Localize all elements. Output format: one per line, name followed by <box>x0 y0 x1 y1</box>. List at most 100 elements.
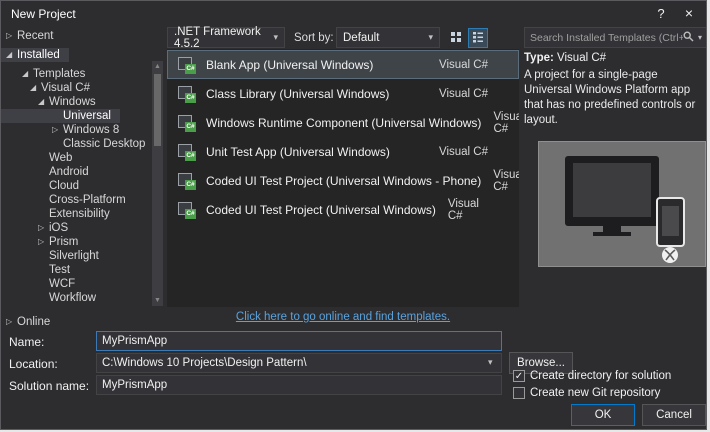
dialog-title: New Project <box>11 7 76 21</box>
small-icons-view-button[interactable] <box>446 28 466 48</box>
tree-item-universal[interactable]: Universal <box>1 109 120 123</box>
tree-item-label: Workflow <box>49 291 96 305</box>
close-icon[interactable]: × <box>674 1 704 25</box>
template-name: Coded UI Test Project (Universal Windows… <box>206 174 481 188</box>
tree-item-label: iOS <box>49 221 68 235</box>
name-input[interactable] <box>96 331 502 351</box>
tree-item-label: Classic Desktop <box>63 137 145 151</box>
coded-ui-test-project-universal-windows-icon: C# <box>178 202 196 218</box>
tree-item-test[interactable]: Test <box>1 263 165 277</box>
tree-collapsed-arrow-icon[interactable]: ▷ <box>38 221 49 235</box>
tree-expanded-arrow-icon[interactable]: ◢ <box>30 81 41 95</box>
search-box: ▾ <box>524 27 707 48</box>
grid-view-icon <box>450 31 462 46</box>
search-input[interactable] <box>530 32 683 44</box>
tree-item-label: Universal <box>63 109 111 123</box>
find-templates-online-link[interactable]: Click here to go online and find templat… <box>167 311 519 323</box>
tree-item-label: Templates <box>33 67 85 81</box>
ok-button[interactable]: OK <box>571 404 635 426</box>
create-directory-checkbox-row[interactable]: ✓ Create directory for solution <box>513 370 671 382</box>
tree-collapsed-arrow-icon[interactable]: ▷ <box>6 29 17 43</box>
tree-item-wcf[interactable]: WCF <box>1 277 165 291</box>
sort-by-label: Sort by: <box>294 32 334 44</box>
coded-ui-test-project-universal-windows-phone-icon: C# <box>178 173 196 189</box>
tree-item-visual-c[interactable]: ◢Visual C# <box>1 81 165 95</box>
tree-item-web[interactable]: Web <box>1 151 165 165</box>
create-git-repo-checkbox[interactable] <box>513 387 525 399</box>
template-item-coded-ui-test-project-universal-windows-phone[interactable]: C# Coded UI Test Project (Universal Windo… <box>167 166 519 195</box>
cancel-button[interactable]: Cancel <box>642 404 706 426</box>
create-directory-checkbox[interactable]: ✓ <box>513 370 525 382</box>
solution-name-input[interactable] <box>96 375 502 395</box>
new-project-dialog: New Project ? × ▷Recent◢Installed◢Templa… <box>0 0 707 430</box>
tree-item-cross-platform[interactable]: Cross-Platform <box>1 193 165 207</box>
tree-item-label: Windows <box>49 95 96 109</box>
create-directory-label: Create directory for solution <box>530 370 671 382</box>
template-description: A project for a single-page Universal Wi… <box>524 68 706 128</box>
scrollbar-thumb[interactable] <box>154 74 161 146</box>
tree-item-label: Online <box>17 315 50 329</box>
chevron-down-icon[interactable]: ▾ <box>698 33 702 42</box>
tree-item-templates[interactable]: ◢Templates <box>1 67 165 81</box>
template-item-blank-app-universal-windows[interactable]: C#Blank App (Universal Windows)Visual C# <box>167 50 519 79</box>
create-git-repo-checkbox-row[interactable]: Create new Git repository <box>513 387 660 399</box>
tree-collapsed-arrow-icon[interactable]: ▷ <box>52 123 63 137</box>
tree-expanded-arrow-icon[interactable]: ◢ <box>22 67 33 81</box>
template-name: Coded UI Test Project (Universal Windows… <box>206 203 436 217</box>
scroll-up-button[interactable]: ▲ <box>152 61 163 72</box>
framework-dropdown[interactable]: .NET Framework 4.5.2 ▾ <box>167 27 285 48</box>
location-dropdown-icon[interactable]: ▾ <box>488 357 493 368</box>
sort-dropdown[interactable]: Default ▾ <box>336 27 440 48</box>
tree-item-workflow[interactable]: Workflow <box>1 291 165 305</box>
template-language: Visual C# <box>481 169 519 193</box>
name-label: Name: <box>9 335 44 349</box>
template-item-unit-test-app-universal-windows[interactable]: C#Unit Test App (Universal Windows)Visua… <box>167 137 519 166</box>
tree-item-cloud[interactable]: Cloud <box>1 179 165 193</box>
tree-expanded-arrow-icon[interactable]: ◢ <box>38 95 49 109</box>
template-language: Visual C# <box>427 88 488 100</box>
tree-item-online[interactable]: ▷ Online <box>1 315 50 329</box>
monitor-icon <box>565 156 659 236</box>
tree-item-label: Cross-Platform <box>49 193 126 207</box>
tree-item-label: Cloud <box>49 179 79 193</box>
xbox-controller-icon <box>662 247 678 263</box>
template-name: Class Library (Universal Windows) <box>206 87 389 101</box>
chevron-down-icon: ▾ <box>267 32 278 43</box>
create-git-repo-label: Create new Git repository <box>530 387 660 399</box>
template-language: Visual C# <box>427 59 488 71</box>
tree-item-label: Extensibility <box>49 207 110 221</box>
tree-item-installed[interactable]: ◢Installed <box>1 48 69 62</box>
list-view-button[interactable] <box>468 28 488 48</box>
location-input[interactable] <box>96 353 502 373</box>
template-preview-image <box>538 141 706 267</box>
tree-item-label: Web <box>49 151 72 165</box>
tree-item-prism[interactable]: ▷Prism <box>1 235 165 249</box>
tree-item-label: Recent <box>17 29 53 43</box>
tree-item-label: Test <box>49 263 70 277</box>
tree-item-extensibility[interactable]: Extensibility <box>1 207 165 221</box>
list-view-icon <box>472 31 484 46</box>
tree-item-classic-desktop[interactable]: Classic Desktop <box>1 137 165 151</box>
tree-collapsed-arrow-icon[interactable]: ▷ <box>38 235 49 249</box>
template-name: Blank App (Universal Windows) <box>206 58 373 72</box>
tree-item-recent[interactable]: ▷Recent <box>1 29 165 43</box>
solution-name-label: Solution name: <box>9 379 89 393</box>
tree-item-silverlight[interactable]: Silverlight <box>1 249 165 263</box>
framework-value: .NET Framework 4.5.2 <box>174 26 267 50</box>
search-icon[interactable] <box>683 31 694 45</box>
tree-item-windows[interactable]: ◢Windows <box>1 95 165 109</box>
scroll-down-button[interactable]: ▼ <box>152 295 163 306</box>
template-item-class-library-universal-windows[interactable]: C#Class Library (Universal Windows)Visua… <box>167 79 519 108</box>
tree-item-windows-8[interactable]: ▷Windows 8 <box>1 123 165 137</box>
tree-collapsed-arrow-icon[interactable]: ▷ <box>6 315 17 329</box>
location-label: Location: <box>9 357 58 371</box>
tree-scrollbar[interactable]: ▲ ▼ <box>152 61 163 306</box>
tree-expanded-arrow-icon[interactable]: ◢ <box>6 48 17 62</box>
tree-item-android[interactable]: Android <box>1 165 165 179</box>
installed-templates-tree: ▷Recent◢Installed◢Templates◢Visual C#◢Wi… <box>1 29 165 309</box>
template-item-coded-ui-test-project-universal-windows[interactable]: C# Coded UI Test Project (Universal Windo… <box>167 195 519 224</box>
tree-item-ios[interactable]: ▷iOS <box>1 221 165 235</box>
template-language: Visual C# <box>481 111 519 135</box>
help-button[interactable]: ? <box>646 1 676 25</box>
template-item-windows-runtime-component-universal-windows[interactable]: C#Windows Runtime Component (Universal W… <box>167 108 519 137</box>
